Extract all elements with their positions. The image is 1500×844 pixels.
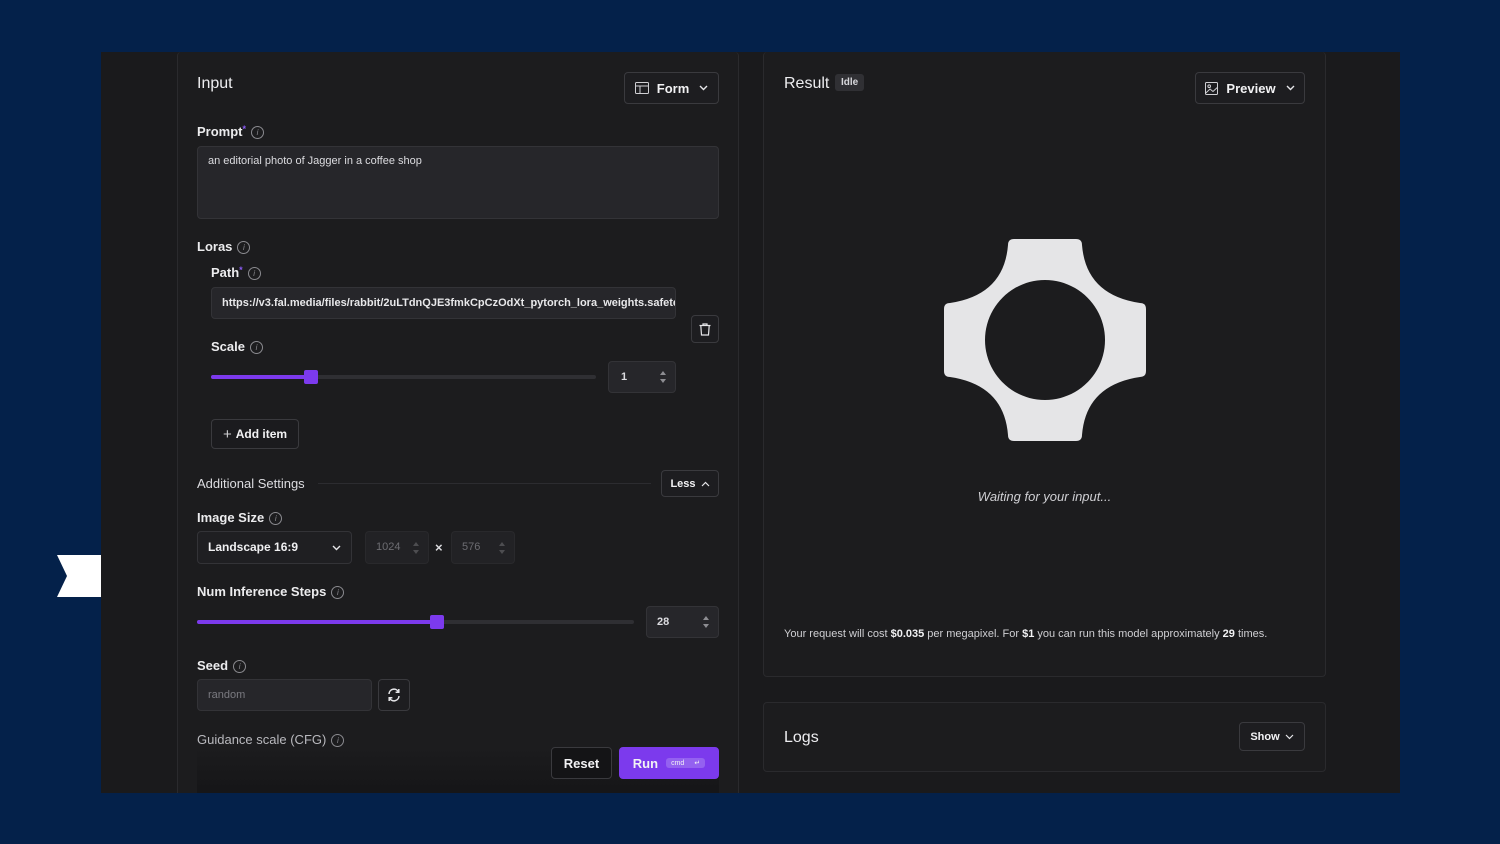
app-window: Input Form Prompt* i an editorial photo o… bbox=[101, 52, 1400, 793]
image-size-selected: Landscape 16:9 bbox=[208, 540, 299, 554]
times-sign: × bbox=[435, 540, 443, 555]
enter-key-icon: ↵ bbox=[694, 760, 701, 767]
info-icon[interactable]: i bbox=[331, 734, 345, 748]
chevron-down-icon bbox=[1286, 85, 1295, 91]
randomize-seed-button[interactable] bbox=[378, 679, 410, 711]
logs-title: Logs bbox=[784, 729, 819, 746]
add-item-label: Add item bbox=[235, 427, 288, 441]
preview-view-dropdown[interactable]: Preview bbox=[1195, 72, 1305, 104]
scale-slider[interactable] bbox=[211, 370, 596, 384]
chevron-down-icon bbox=[1285, 734, 1294, 739]
run-count: 29 bbox=[1222, 628, 1235, 640]
plus-icon: + bbox=[222, 425, 232, 443]
seed-input[interactable]: random bbox=[197, 679, 372, 711]
logs-panel: Logs Show bbox=[763, 702, 1326, 772]
steps-slider-fill bbox=[197, 620, 438, 624]
num-inference-steps-label: Num Inference Steps i bbox=[197, 584, 345, 600]
scale-number-input[interactable]: 1 bbox=[608, 361, 676, 393]
chevron-up-icon bbox=[701, 481, 709, 486]
steps-slider[interactable] bbox=[197, 615, 634, 629]
reset-label: Reset bbox=[563, 755, 600, 771]
chevron-down-icon bbox=[332, 545, 341, 551]
steps-slider-thumb[interactable] bbox=[430, 615, 445, 629]
input-panel: Input Form Prompt* i an editorial photo o… bbox=[177, 52, 739, 793]
prompt-label: Prompt* i bbox=[197, 124, 265, 140]
waiting-text: Waiting for your input... bbox=[977, 489, 1112, 504]
scale-value: 1 bbox=[621, 371, 628, 383]
prompt-text: an editorial photo of Jagger in a coffee… bbox=[208, 155, 422, 167]
run-label: Run bbox=[632, 755, 659, 771]
info-icon[interactable]: i bbox=[331, 586, 345, 600]
image-icon bbox=[1205, 81, 1219, 95]
info-icon[interactable]: i bbox=[247, 267, 261, 281]
stepper-icon bbox=[499, 541, 506, 554]
prompt-textarea[interactable]: an editorial photo of Jagger in a coffee… bbox=[197, 146, 719, 219]
add-item-button[interactable]: + Add item bbox=[211, 419, 299, 449]
info-icon[interactable]: i bbox=[237, 241, 251, 255]
image-height-input: 576 bbox=[451, 531, 515, 564]
image-size-select[interactable]: Landscape 16:9 bbox=[197, 531, 352, 564]
cmd-key: cmd bbox=[671, 759, 685, 767]
refresh-icon bbox=[388, 688, 400, 702]
steps-number-input[interactable]: 28 bbox=[646, 606, 719, 638]
price-per-megapixel: $0.035 bbox=[890, 628, 925, 640]
stepper-icon[interactable] bbox=[703, 616, 710, 628]
stepper-icon bbox=[413, 541, 420, 554]
form-layout-icon bbox=[634, 82, 649, 94]
scale-slider-fill bbox=[211, 375, 312, 379]
scale-label: Scale i bbox=[211, 339, 263, 355]
image-width-value: 1024 bbox=[376, 541, 401, 553]
trash-icon bbox=[699, 322, 711, 336]
less-toggle-button[interactable]: Less bbox=[661, 470, 719, 497]
cost-text: Your request will cost $0.035 per megapi… bbox=[784, 628, 1268, 640]
form-view-dropdown[interactable]: Form bbox=[624, 72, 719, 104]
dollar-amount: $1 bbox=[1022, 628, 1035, 640]
preview-view-label: Preview bbox=[1226, 80, 1276, 96]
lora-path-text: https://v3.fal.media/files/rabbit/2uLTdn… bbox=[222, 297, 676, 309]
less-toggle-label: Less bbox=[670, 477, 696, 490]
stepper-icon[interactable] bbox=[660, 371, 667, 383]
image-size-label: Image Size i bbox=[197, 510, 283, 526]
scale-slider-thumb[interactable] bbox=[304, 370, 319, 384]
seed-label: Seed i bbox=[197, 658, 247, 674]
result-title: Result bbox=[784, 75, 830, 92]
placeholder-logo-icon bbox=[944, 239, 1146, 441]
chevron-down-icon bbox=[699, 85, 708, 91]
guidance-scale-label: Guidance scale (CFG) i bbox=[197, 732, 345, 748]
info-icon[interactable]: i bbox=[249, 341, 263, 355]
form-view-label: Form bbox=[656, 80, 690, 96]
result-panel: Result Idle Preview Waiting for your inp… bbox=[763, 52, 1326, 677]
info-icon[interactable]: i bbox=[233, 660, 247, 674]
image-height-value: 576 bbox=[462, 541, 481, 553]
delete-lora-button[interactable] bbox=[691, 315, 719, 343]
steps-value: 28 bbox=[657, 616, 670, 628]
loras-label: Loras i bbox=[197, 239, 251, 255]
run-shortcut: cmd ↵ bbox=[666, 758, 706, 768]
seed-placeholder: random bbox=[208, 689, 246, 701]
section-divider bbox=[318, 483, 651, 484]
additional-settings-label: Additional Settings bbox=[197, 476, 305, 491]
show-logs-label: Show bbox=[1250, 730, 1280, 743]
image-width-input: 1024 bbox=[365, 531, 429, 564]
lora-path-input[interactable]: https://v3.fal.media/files/rabbit/2uLTdn… bbox=[211, 287, 676, 319]
run-button[interactable]: Run cmd ↵ bbox=[619, 747, 719, 779]
input-title: Input bbox=[197, 75, 233, 92]
info-icon[interactable]: i bbox=[269, 512, 283, 526]
info-icon[interactable]: i bbox=[251, 126, 265, 140]
reset-button[interactable]: Reset bbox=[551, 747, 612, 779]
show-logs-button[interactable]: Show bbox=[1239, 722, 1305, 751]
path-label: Path* i bbox=[211, 265, 261, 281]
status-badge: Idle bbox=[835, 74, 865, 91]
